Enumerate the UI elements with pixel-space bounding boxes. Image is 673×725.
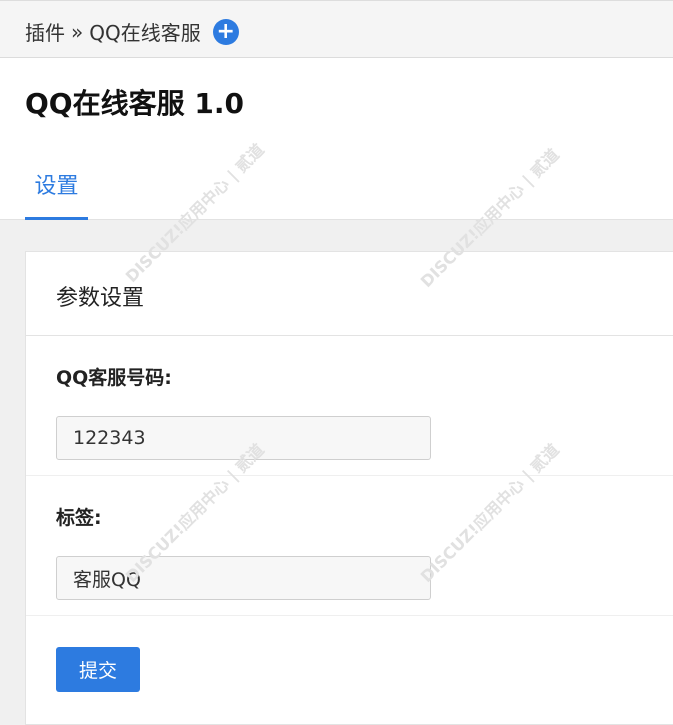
breadcrumb-separator: » [71,19,84,44]
breadcrumb-plugins[interactable]: 插件 [25,17,65,46]
page-title: QQ在线客服 1.0 [25,87,244,120]
qq-number-input[interactable] [56,416,431,460]
divider [26,615,673,616]
submit-button[interactable]: 提交 [56,647,140,692]
tag-label: 标签: [56,507,102,529]
qq-number-label: QQ客服号码: [56,367,172,389]
tab-settings[interactable]: 设置 [25,160,88,220]
breadcrumb-current[interactable]: QQ在线客服 [89,17,200,46]
card-title: 参数设置 [26,252,673,336]
top-bar: 插件 » QQ在线客服 + [0,0,673,58]
plus-icon[interactable]: + [212,18,239,45]
tag-input[interactable] [56,556,431,600]
breadcrumb: 插件 » QQ在线客服 + [25,17,239,46]
settings-card: 参数设置 QQ客服号码: 标签: 提交 [25,251,673,725]
divider [26,475,673,476]
page-header: QQ在线客服 1.0 设置 [0,58,673,220]
